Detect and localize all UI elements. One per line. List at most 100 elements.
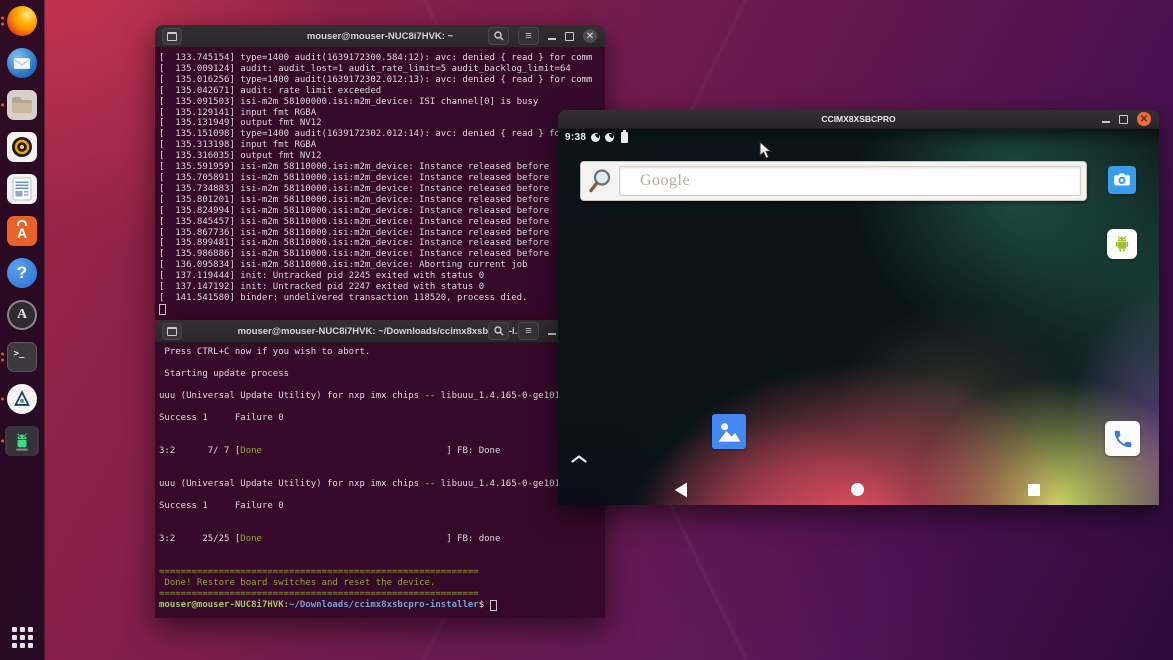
dock-item-help[interactable]: ? [5, 258, 39, 288]
emulator-titlebar[interactable]: CCIMX8XSBCPRO ✕ [558, 110, 1159, 129]
terminal-line: [ 135.845457] isi-m2m 58110000.isi:m2m_d… [159, 217, 605, 228]
terminal-window-1: mouser@mouser-NUC8i7HVK: ~ ≡ ✕ [ 133.745… [155, 25, 605, 320]
battery-icon [621, 132, 628, 143]
terminal-line: [ 135.131949] output fmt NV12 [159, 118, 605, 129]
terminal-line: [ 135.705891] isi-m2m 58110000.isi:m2m_d… [159, 173, 605, 184]
running-indicator-dots [1, 440, 4, 443]
ubuntu-software-icon: A [7, 216, 37, 246]
terminal-line [159, 556, 605, 567]
search-icon[interactable] [488, 322, 509, 340]
terminal-line: [ 135.016256] type=1400 audit(1639172302… [159, 75, 605, 86]
terminal-line: uuu (Universal Update Utility) for nxp i… [159, 391, 605, 402]
dock-item-rhythmbox[interactable] [5, 132, 39, 162]
terminal-line: [ 133.745154] type=1400 audit(1639172300… [159, 53, 605, 64]
close-button[interactable]: ✕ [1137, 112, 1151, 126]
emulator-window: CCIMX8XSBCPRO ✕ 9:38 [558, 110, 1159, 505]
terminal-app-icon[interactable] [162, 323, 182, 340]
recents-button[interactable] [1028, 484, 1040, 496]
running-indicator-dots [1, 398, 4, 401]
terminal-line: Starting update process [159, 369, 605, 380]
terminal-line [159, 358, 605, 369]
desktop: mouser@mouser-NUC8i7HVK: ~ ≡ ✕ [ 133.745… [0, 0, 1173, 660]
terminal-line: [ 141.541580] binder: undelivered transa… [159, 293, 605, 304]
terminal-line: [ 135.042671] audit: rate limit exceeded [159, 86, 605, 97]
terminal-line [159, 545, 605, 556]
running-indicator-dots [1, 17, 4, 26]
terminal-line [159, 380, 605, 391]
terminal-line: [ 135.986886] isi-m2m 58110000.isi:m2m_d… [159, 249, 605, 260]
terminal-line: uuu (Universal Update Utility) for nxp i… [159, 479, 605, 490]
terminal-line [159, 435, 605, 446]
dock-item-android-emulator[interactable] [5, 426, 39, 456]
dock-item-files[interactable] [5, 90, 39, 120]
android-emulator-icon [7, 426, 37, 456]
phone-app-icon[interactable] [1105, 421, 1140, 456]
google-logo: Google [620, 172, 690, 190]
maximize-button[interactable] [1119, 115, 1128, 124]
terminal-line: [ 135.867736] isi-m2m 58110000.isi:m2m_d… [159, 228, 605, 239]
menu-icon[interactable]: ≡ [518, 322, 539, 340]
dock-item-ubuntu-software[interactable]: A [5, 216, 39, 246]
menu-icon[interactable]: ≡ [518, 27, 539, 45]
camera-app-icon[interactable] [1108, 166, 1136, 194]
gallery-app-icon[interactable] [712, 414, 746, 449]
running-indicator-dots [1, 104, 4, 107]
terminal-line: [ 136.095834] isi-m2m 58110000.isi:m2m_d… [159, 260, 605, 271]
help-question-icon: ? [7, 258, 37, 288]
search-icon[interactable] [488, 27, 509, 45]
status-clock: 9:38 [565, 132, 586, 143]
chevron-up-icon[interactable] [571, 450, 587, 468]
dock-item-thunderbird[interactable] [5, 48, 39, 78]
android-statusbar: 9:38 [558, 129, 1159, 146]
terminal-line: Done! Restore board switches and reset t… [159, 578, 605, 589]
terminal-line: mouser@mouser-NUC8i7HVK:~/Downloads/ccim… [159, 600, 605, 611]
terminal-line: Success 1 Failure 0 [159, 413, 605, 424]
minimize-button[interactable] [1102, 116, 1110, 123]
firefox-icon [7, 6, 37, 36]
terminal-line: [ 135.313198] input fmt RGBA [159, 140, 605, 151]
terminal-line: [ 137.147192] init: Untracked pid 2247 e… [159, 282, 605, 293]
close-button[interactable]: ✕ [583, 29, 597, 43]
terminal2-titlebar[interactable]: mouser@mouser-NUC8i7HVK: ~/Downloads/cci… [155, 320, 605, 343]
dock-item-a-app[interactable]: A [5, 300, 39, 330]
terminal-line: [ 135.591959] isi-m2m 58110000.isi:m2m_d… [159, 162, 605, 173]
android-studio-icon [7, 384, 37, 414]
dock-item-libreoffice-writer[interactable] [5, 174, 39, 204]
terminal-line [159, 512, 605, 523]
terminal1-titlebar[interactable]: mouser@mouser-NUC8i7HVK: ~ ≡ ✕ [155, 25, 605, 48]
terminal1-output[interactable]: [ 133.745154] type=1400 audit(1639172300… [155, 48, 605, 320]
minimize-button[interactable] [548, 328, 556, 335]
status-circle-icon [605, 133, 614, 142]
android-app-icon[interactable] [1107, 229, 1137, 259]
terminal-line [159, 402, 605, 413]
terminal-line: [ 135.824994] isi-m2m 58110000.isi:m2m_d… [159, 206, 605, 217]
terminal2-output[interactable]: Press CTRL+C now if you wish to abort. S… [155, 343, 605, 618]
emulator-title: CCIMX8XSBCPRO [558, 114, 1159, 124]
show-applications-button[interactable] [12, 627, 33, 648]
back-button[interactable] [674, 482, 688, 503]
terminal-icon: >_ [7, 342, 37, 372]
search-magnifier-icon [581, 168, 619, 194]
terminal-window-2: mouser@mouser-NUC8i7HVK: ~/Downloads/cci… [155, 320, 605, 618]
terminal-line [159, 304, 605, 315]
dock-item-terminal[interactable]: >_ [5, 342, 39, 372]
running-indicator-dots [1, 353, 4, 362]
terminal-line: [ 135.091503] isi-m2m 58100000.isi:m2m_d… [159, 97, 605, 108]
google-search-widget[interactable]: Google [580, 161, 1087, 201]
search-input[interactable]: Google [619, 166, 1081, 196]
dock-item-android-studio[interactable] [5, 384, 39, 414]
minimize-button[interactable] [548, 33, 556, 40]
maximize-button[interactable] [565, 32, 574, 41]
terminal-line: [ 135.801201] isi-m2m 58110000.isi:m2m_d… [159, 195, 605, 206]
a-circle-icon: A [7, 300, 37, 330]
terminal-line: 3:2 7/ 7 [Done ] FB: Done [159, 446, 605, 457]
terminal-line: Press CTRL+C now if you wish to abort. [159, 347, 605, 358]
terminal-line: 3:2 25/25 [Done ] FB: done [159, 534, 605, 545]
home-button[interactable] [851, 483, 864, 496]
terminal-app-icon[interactable] [162, 28, 182, 45]
terminal-line: [ 135.009124] audit: audit_lost=1 audit_… [159, 64, 605, 75]
android-screen: 9:38 Google [558, 129, 1159, 505]
dock-item-firefox[interactable] [5, 6, 39, 36]
terminal-line: ========================================… [159, 589, 605, 600]
terminal-line [159, 424, 605, 435]
